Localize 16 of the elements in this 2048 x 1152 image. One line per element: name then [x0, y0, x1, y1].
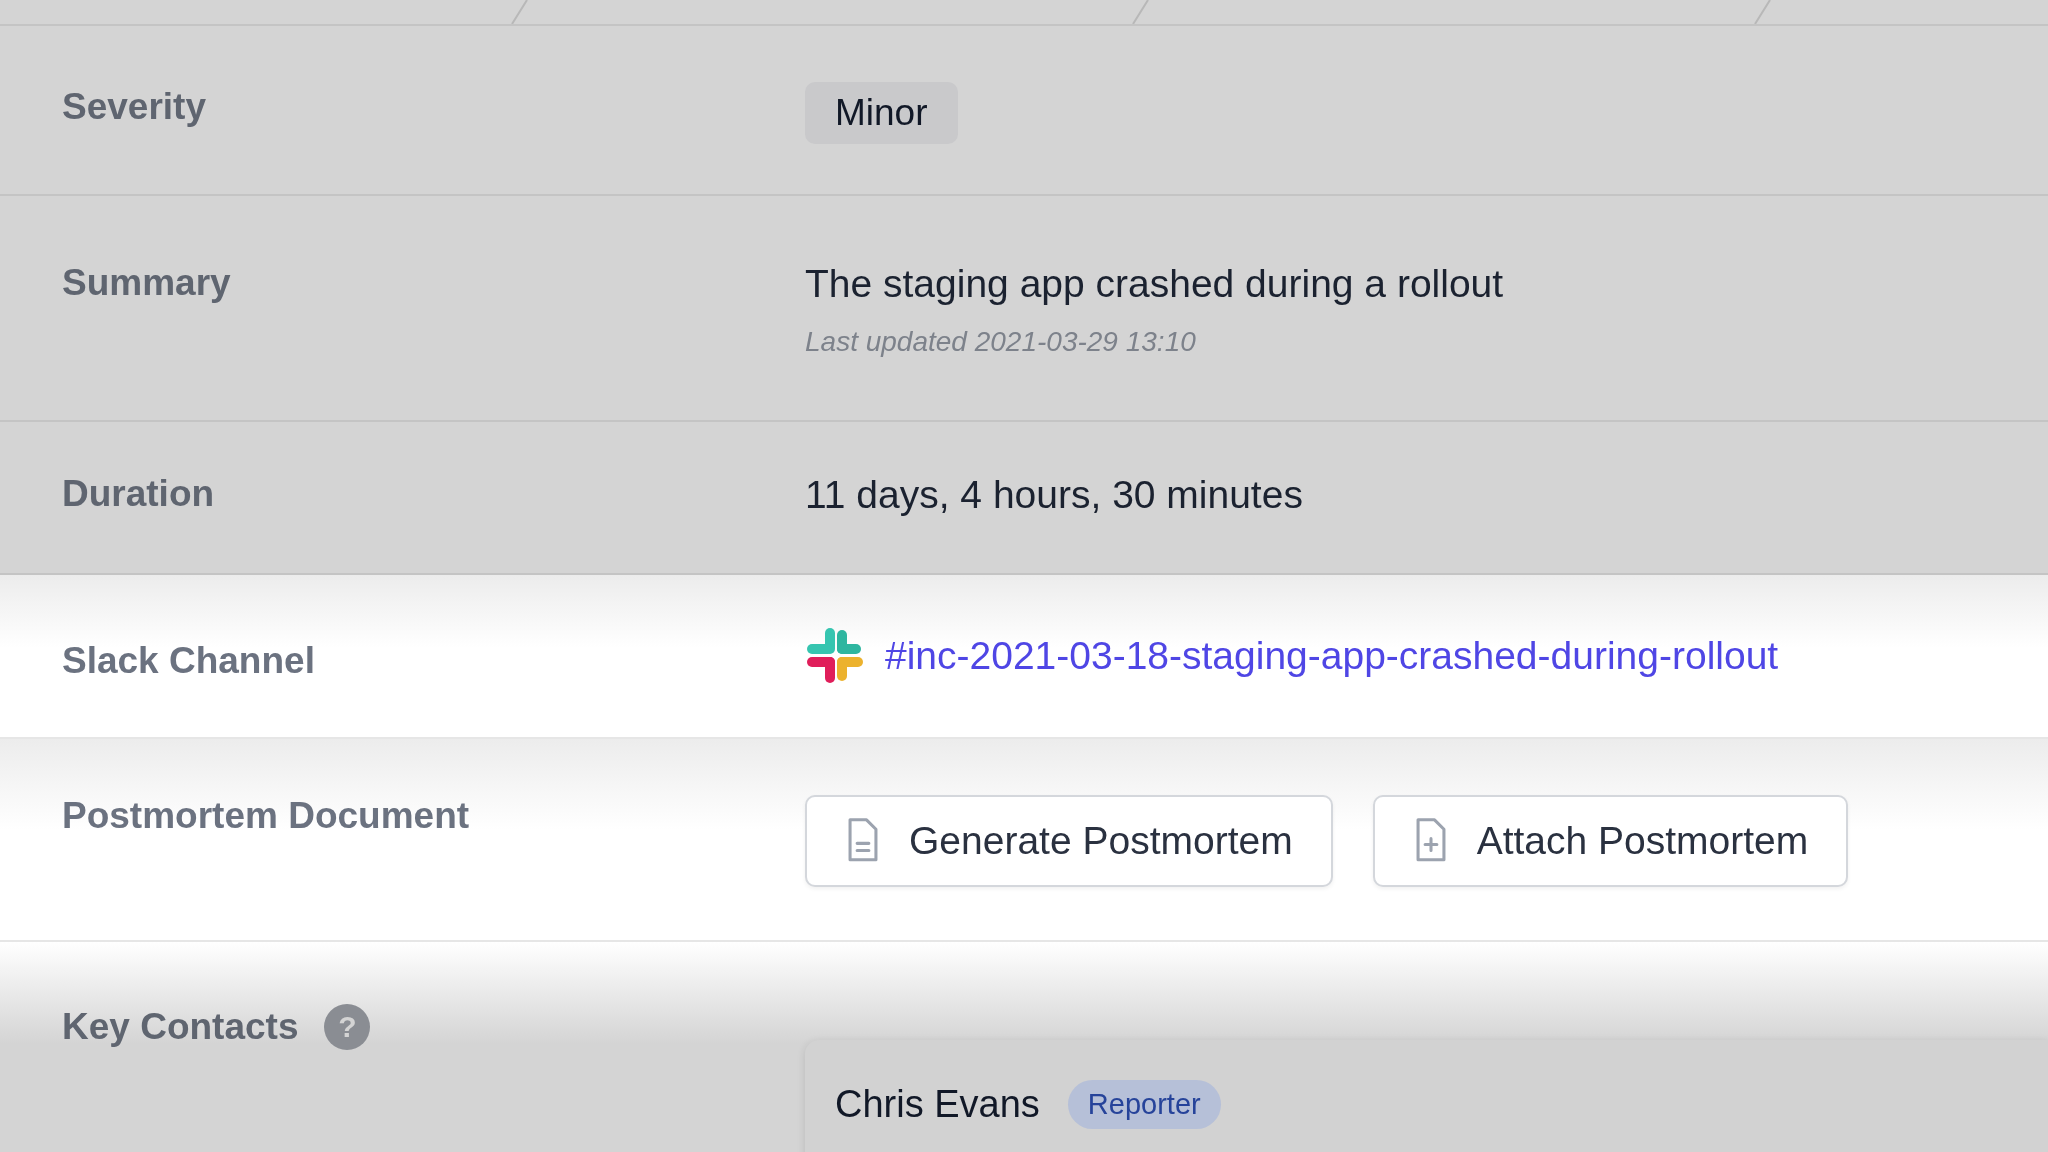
severity-badge: Minor	[805, 82, 958, 144]
field-label: Severity	[62, 86, 206, 127]
field-label: Postmortem Document	[62, 795, 470, 836]
field-label: Slack Channel	[62, 640, 315, 681]
postmortem-button[interactable]: Generate Postmortem	[805, 795, 1333, 887]
field-label: Key Contacts	[62, 1006, 299, 1048]
role-tag: Reporter	[1067, 1080, 1221, 1129]
field-label: Summary	[62, 262, 231, 303]
field-value: The staging app crashed during a rollout	[805, 262, 1504, 306]
field-label: Duration	[62, 473, 215, 514]
postmortem-button[interactable]: Attach Postmortem	[1372, 795, 1849, 887]
field-value: 11 days, 4 hours, 30 minutes	[805, 473, 1303, 517]
slack-icon	[805, 626, 865, 686]
last-updated-text: Last updated 2021-03-29 13:10	[805, 326, 1196, 358]
contact-name: Chris Evans	[835, 1083, 1040, 1126]
slack-channel-link[interactable]: #inc-2021-03-18-staging-app-crashed-during-rollout	[885, 634, 1779, 678]
